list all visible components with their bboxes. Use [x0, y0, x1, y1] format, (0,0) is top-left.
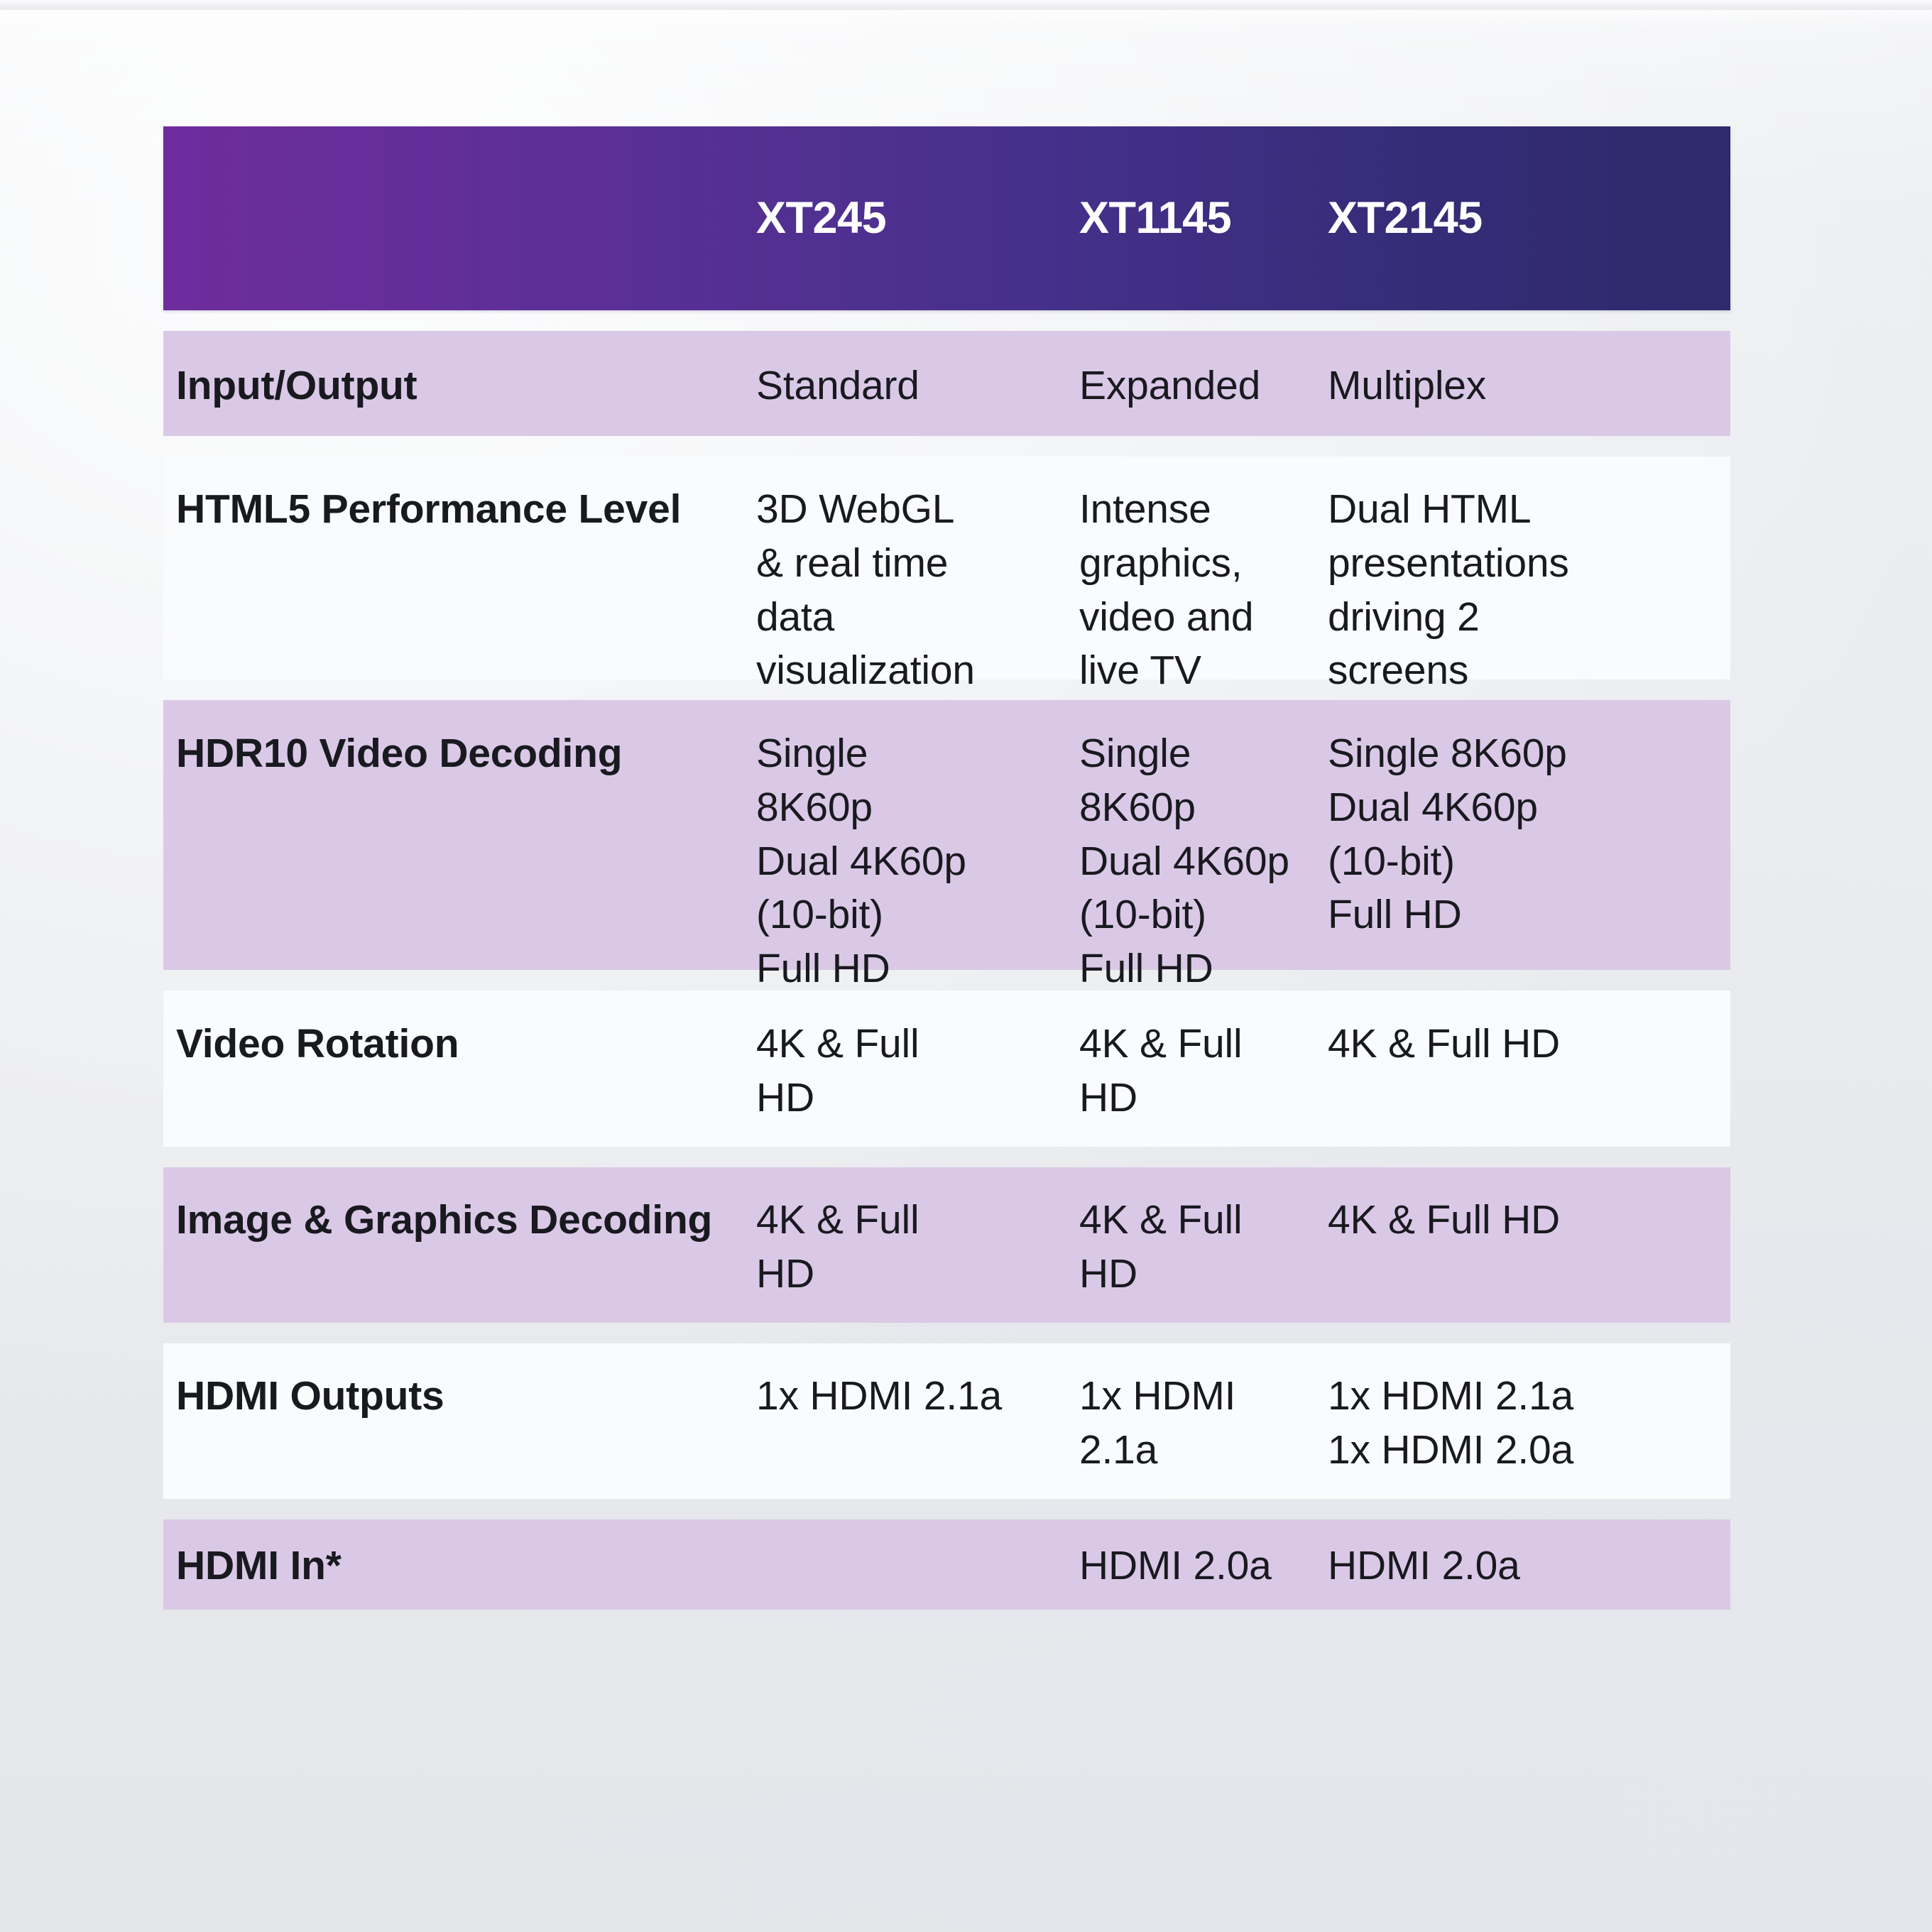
cell-hdr10-xt245: Single 8K60p Dual 4K60p (10-bit) Full HD — [756, 731, 966, 992]
cell-hdr10-xt2145: Single 8K60p Dual 4K60p (10-bit) Full HD — [1328, 731, 1567, 938]
cell-image-graphics-xt2145: 4K & Full HD — [1328, 1197, 1561, 1243]
table-row: HDR10 Video Decoding Single 8K60p Dual 4… — [163, 700, 1730, 991]
row-spacer — [163, 1147, 1730, 1167]
row-label-image-graphics-decoding: Image & Graphics Decoding — [176, 1197, 713, 1243]
cell-hdr10-xt1145: Single 8K60p Dual 4K60p (10-bit) Full HD — [1079, 731, 1289, 992]
row-spacer — [163, 1323, 1730, 1343]
table-row: Input/Output Standard Expanded Multiplex — [163, 331, 1730, 436]
header-body-spacer — [163, 310, 1730, 331]
row-label-video-rotation: Video Rotation — [176, 1021, 459, 1066]
row-spacer — [163, 436, 1730, 457]
cell-html5-performance-xt245: 3D WebGL & real time data visualization — [756, 486, 975, 694]
row-label-input-output: Input/Output — [176, 363, 417, 408]
table-row: HDMI In* HDMI 2.0a HDMI 2.0a — [163, 1519, 1730, 1610]
specification-comparison-table: XT245 XT1145 XT2145 Input/Output Standar… — [163, 126, 1730, 1610]
cell-image-graphics-xt1145: 4K & Full HD — [1079, 1197, 1243, 1297]
table-row: Image & Graphics Decoding 4K & Full HD 4… — [163, 1167, 1730, 1323]
row-label-hdr10-video-decoding: HDR10 Video Decoding — [176, 731, 623, 776]
cell-video-rotation-xt1145: 4K & Full HD — [1079, 1021, 1243, 1120]
cell-video-rotation-xt245: 4K & Full HD — [756, 1021, 919, 1120]
cell-html5-performance-xt1145: Intense graphics, video and live TV — [1079, 486, 1254, 694]
row-label-hdmi-outputs: HDMI Outputs — [176, 1373, 444, 1419]
column-header-xt1145: XT1145 — [1079, 193, 1232, 243]
cell-hdmi-outputs-xt2145: 1x HDMI 2.1a 1x HDMI 2.0a — [1328, 1373, 1574, 1473]
table-row: HTML5 Performance Level 3D WebGL & real … — [163, 457, 1730, 693]
row-spacer — [163, 1499, 1730, 1519]
cell-video-rotation-xt2145: 4K & Full HD — [1328, 1021, 1561, 1066]
cell-hdmi-outputs-xt1145: 1x HDMI 2.1a — [1079, 1373, 1236, 1473]
table-row: HDMI Outputs 1x HDMI 2.1a 1x HDMI 2.1a 1… — [163, 1343, 1730, 1499]
cell-hdmi-in-xt245 — [756, 1519, 1079, 1539]
cell-input-output-xt1145: Expanded — [1079, 363, 1261, 408]
page-canvas: XT245 XT1145 XT2145 Input/Output Standar… — [0, 0, 1932, 1932]
table-row: Video Rotation 4K & Full HD 4K & Full HD… — [163, 990, 1730, 1147]
cell-input-output-xt2145: Multiplex — [1328, 363, 1487, 408]
column-header-xt245: XT245 — [756, 193, 887, 243]
table-header-row: XT245 XT1145 XT2145 — [163, 126, 1730, 310]
column-header-xt2145: XT2145 — [1328, 193, 1483, 243]
cell-html5-performance-xt2145: Dual HTML presentations driving 2 screen… — [1328, 486, 1569, 694]
cell-hdmi-in-xt1145: HDMI 2.0a — [1079, 1543, 1272, 1588]
cell-hdmi-in-xt2145: HDMI 2.0a — [1328, 1543, 1520, 1588]
cell-hdmi-outputs-xt245: 1x HDMI 2.1a — [756, 1373, 1003, 1419]
cell-image-graphics-xt245: 4K & Full HD — [756, 1197, 919, 1297]
cell-input-output-xt245: Standard — [756, 363, 919, 408]
row-label-html5-performance-level: HTML5 Performance Level — [176, 486, 682, 532]
row-label-hdmi-in: HDMI In* — [176, 1543, 342, 1588]
